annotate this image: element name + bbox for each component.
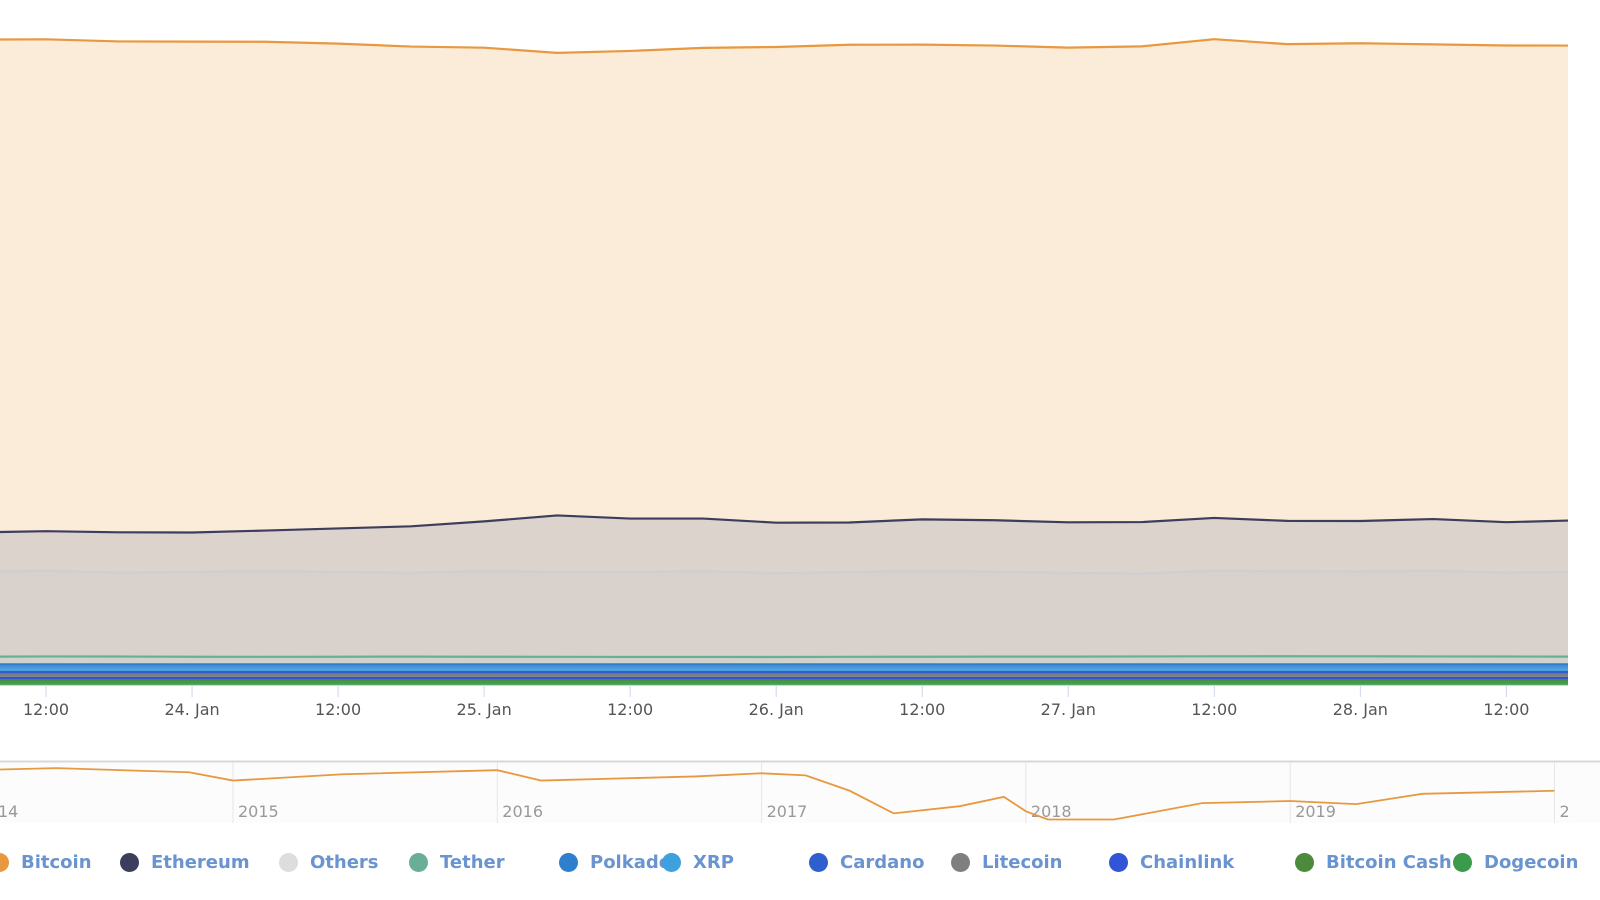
area-others	[0, 570, 1568, 658]
legend-item-chainlink[interactable]: Chainlink	[1109, 848, 1234, 876]
legend-label: Ethereum	[151, 851, 250, 873]
line-tether	[0, 655, 1568, 659]
legend: Bitcoin Ethereum Others Tether Polkadot XRP Ca…	[0, 848, 1600, 876]
legend-marker-icon	[662, 852, 681, 872]
x-axis: 12:00 24. Jan 12:00 25. Jan 12:00 26. Jan 12:0…	[0, 685, 1568, 719]
navigator-tick-label: 14	[0, 802, 18, 821]
legend-item-litecoin[interactable]: Litecoin	[951, 848, 1062, 876]
legend-marker-icon	[809, 852, 828, 872]
x-tick-label: 27. Jan	[1041, 700, 1096, 719]
legend-label: Tether	[440, 851, 505, 873]
legend-item-others[interactable]: Others	[279, 848, 379, 876]
legend-marker-icon	[279, 852, 298, 872]
legend-label: Litecoin	[982, 851, 1063, 873]
legend-label: Others	[310, 851, 379, 873]
legend-label: XRP	[693, 851, 734, 873]
legend-label: Chainlink	[1140, 851, 1235, 873]
x-tick-label: 28. Jan	[1333, 700, 1388, 719]
legend-item-dogecoin[interactable]: Dogecoin	[1453, 848, 1578, 876]
legend-label: Cardano	[840, 851, 925, 873]
legend-item-bitcoin[interactable]: Bitcoin	[0, 848, 92, 876]
x-tick-label: 12:00	[899, 700, 945, 719]
x-tick-label: 12:00	[1483, 700, 1529, 719]
legend-label: Dogecoin	[1484, 851, 1579, 873]
legend-marker-icon	[1453, 852, 1472, 872]
x-tick-label: 25. Jan	[457, 700, 512, 719]
navigator-tick-label: 2015	[238, 802, 279, 821]
navigator-tick-label: 2017	[767, 802, 808, 821]
x-tick-label: 12:00	[315, 700, 361, 719]
x-tick-label: 24. Jan	[164, 700, 219, 719]
series-areas	[0, 39, 1568, 685]
x-tick-label: 12:00	[1191, 700, 1237, 719]
stacked-area-chart: 12:00 24. Jan 12:00 25. Jan 12:00 26. Jan 12:0…	[0, 38, 1600, 823]
legend-item-ethereum[interactable]: Ethereum	[120, 848, 250, 876]
legend-label: Bitcoin	[21, 851, 92, 873]
legend-item-tether[interactable]: Tether	[409, 848, 505, 876]
area-bitcoin	[0, 39, 1568, 533]
legend-label: Bitcoin Cash	[1326, 851, 1452, 873]
navigator-tick-label: 2	[1560, 802, 1570, 821]
x-tick-label: 12:00	[23, 700, 69, 719]
legend-marker-icon	[120, 852, 139, 872]
legend-marker-icon	[1109, 852, 1128, 872]
x-tick-label: 12:00	[607, 700, 653, 719]
legend-item-cardano[interactable]: Cardano	[809, 848, 924, 876]
legend-marker-icon	[0, 852, 9, 872]
legend-item-xrp[interactable]: XRP	[662, 848, 734, 876]
x-tick-label: 26. Jan	[749, 700, 804, 719]
legend-marker-icon	[951, 852, 970, 872]
navigator-tick-label: 2016	[502, 802, 543, 821]
navigator-tick-label: 2018	[1031, 802, 1072, 821]
legend-marker-icon	[409, 852, 428, 872]
navigator-tick-label: 2019	[1295, 802, 1336, 821]
legend-item-bitcoin-cash[interactable]: Bitcoin Cash	[1295, 848, 1452, 876]
legend-marker-icon	[559, 852, 578, 872]
navigator[interactable]: 14 2015 2016 2017 2018 2019 2	[0, 760, 1600, 823]
legend-marker-icon	[1295, 852, 1314, 872]
